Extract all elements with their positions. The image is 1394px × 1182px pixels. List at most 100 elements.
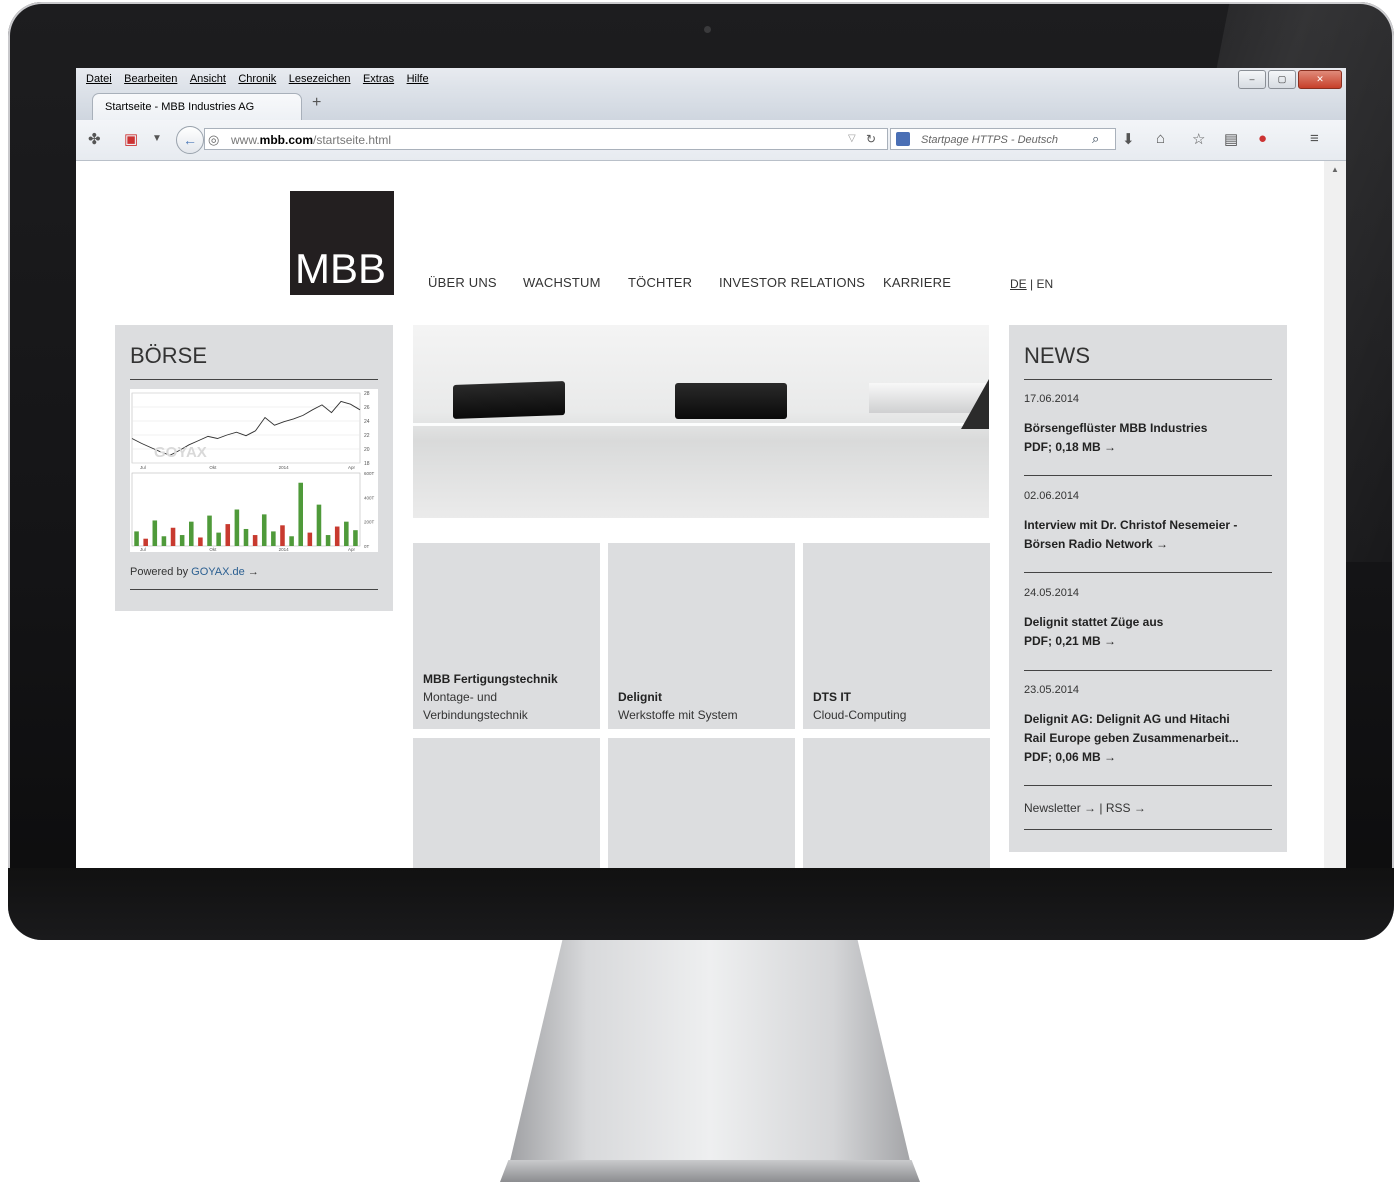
dropdown-icon[interactable]: ▽ [848, 133, 856, 144]
news-headline: Interview mit Dr. Christof Nesemeier - [1024, 518, 1238, 532]
tile-name: MBB Fertigungstechnik [423, 672, 558, 686]
lang-de[interactable]: DE [1010, 277, 1027, 291]
goyax-link[interactable]: GOYAX.de [191, 566, 245, 578]
news-divider [1024, 572, 1272, 573]
nav-karriere[interactable]: KARRIERE [883, 275, 951, 290]
tile-dts-it[interactable]: DTS IT Cloud-Computing [803, 543, 990, 729]
volume-bar [353, 530, 358, 546]
menu-icon[interactable]: ≡ [1310, 130, 1319, 147]
powered-by: Powered by GOYAX.de → [130, 566, 259, 578]
nav-toechter[interactable]: TÖCHTER [628, 275, 692, 290]
close-button[interactable]: ✕ [1298, 70, 1342, 89]
search-icon[interactable]: ⌕ [1092, 131, 1099, 147]
nav-ueber-uns[interactable]: ÜBER UNS [428, 275, 497, 290]
price-x-label: 2014 [279, 465, 290, 470]
news-meta: PDF; 0,21 MB → [1024, 634, 1117, 648]
news-meta: PDF; 0,06 MB → [1024, 750, 1117, 764]
volume-x-label: 2014 [279, 547, 290, 552]
news-item[interactable]: Interview mit Dr. Christof Nesemeier - B… [1024, 516, 1274, 554]
tile-mbb-fertigungstechnik[interactable]: MBB Fertigungstechnik Montage- und Verbi… [413, 543, 600, 729]
volume-bar [325, 535, 331, 546]
hero-image [413, 325, 989, 518]
volume-bar [307, 532, 313, 546]
tile-placeholder[interactable] [608, 738, 795, 868]
stock-chart[interactable]: 18 20 22 24 26 28 GOYAX Jul Okt 2014 Apr 600T 400T 20… [130, 389, 378, 552]
volume-bar [252, 535, 258, 546]
maximize-button[interactable]: ▢ [1268, 70, 1296, 89]
reload-icon[interactable]: ↻ [866, 132, 876, 146]
url-prefix: www. [231, 133, 260, 147]
volume-x-label: Jul [140, 547, 146, 552]
search-input[interactable]: Startpage HTTPS - Deutsch [890, 128, 1116, 150]
volume-bar [189, 521, 194, 546]
tab-startseite[interactable]: Startseite - MBB Industries AG [92, 93, 302, 120]
tile-desc: Montage- und [423, 690, 498, 704]
news-meta: Börsen Radio Network → [1024, 537, 1169, 551]
volume-bar [344, 521, 349, 546]
powered-prefix: Powered by [130, 566, 189, 578]
newsletter-link[interactable]: Newsletter → [1024, 801, 1096, 815]
menu-extras[interactable]: Extras [363, 68, 394, 90]
price-tick-label: 20 [364, 447, 370, 453]
volume-bar [298, 482, 303, 546]
adblock-icon[interactable]: ● [1258, 130, 1267, 147]
web-page: MBB ÜBER UNS WACHSTUM TÖCHTER INVESTOR R… [76, 161, 1324, 868]
home-icon[interactable]: ⌂ [1156, 130, 1165, 147]
boerse-title: BÖRSE [130, 343, 208, 368]
url-bar[interactable]: www.mbb.com/startseite.html [204, 128, 888, 150]
menu-ansicht[interactable]: Ansicht [190, 68, 226, 90]
news-divider [1024, 785, 1272, 786]
tile-delignit[interactable]: Delignit Werkstoffe mit System [608, 543, 795, 729]
navigation-bar: ✤ ▣ ▼ ← www.mbb.com/startseite.html ◎ ▽ … [76, 120, 1346, 161]
tile-desc: Werkstoffe mit System [618, 708, 738, 722]
nav-investor-relations[interactable]: INVESTOR RELATIONS [719, 275, 865, 290]
volume-bar [280, 525, 285, 546]
volume-bar [170, 527, 176, 546]
scroll-up-icon[interactable]: ▲ [1331, 165, 1339, 174]
menu-bearbeiten[interactable]: Bearbeiten [124, 68, 177, 90]
menu-hilfe[interactable]: Hilfe [407, 68, 429, 90]
news-bottom-rule [1024, 829, 1272, 830]
url-domain: mbb.com [259, 133, 314, 147]
star-icon[interactable]: ☆ [1192, 130, 1205, 148]
minimize-button[interactable]: – [1238, 70, 1266, 89]
ie-tab-icon[interactable]: ▣ [124, 130, 138, 148]
volume-bar [152, 520, 158, 546]
price-x-label: Jul [140, 465, 146, 470]
addon-icon[interactable]: ✤ [88, 130, 101, 148]
news-item[interactable]: Delignit stattet Züge aus PDF; 0,21 MB → [1024, 613, 1274, 651]
news-item[interactable]: Delignit AG: Delignit AG und Hitachi Rai… [1024, 710, 1274, 767]
price-tick-label: 24 [364, 419, 370, 425]
price-tick-label: 18 [364, 461, 370, 467]
nav-wachstum[interactable]: WACHSTUM [523, 275, 601, 290]
volume-bar [207, 515, 212, 546]
rss-link[interactable]: RSS → [1106, 801, 1146, 815]
tab-bar: Startseite - MBB Industries AG + [76, 90, 1346, 120]
boerse-bottom-rule [130, 589, 378, 590]
back-button[interactable]: ← [176, 126, 204, 154]
news-divider [1024, 670, 1272, 671]
news-headline: Delignit AG: Delignit AG und Hitachi [1024, 712, 1230, 726]
news-headline: Börsengeflüster MBB Industries [1024, 421, 1208, 435]
download-icon[interactable]: ⬇ [1122, 130, 1135, 148]
monitor-chin [8, 868, 1394, 940]
search-placeholder: Startpage HTTPS - Deutsch [921, 134, 1058, 146]
search-engine-icon[interactable] [896, 132, 910, 146]
price-tick-label: 26 [364, 405, 370, 411]
menu-chronik[interactable]: Chronik [238, 68, 276, 90]
menu-lesezeichen[interactable]: Lesezeichen [289, 68, 351, 90]
news-item[interactable]: Börsengeflüster MBB Industries PDF; 0,18… [1024, 419, 1274, 457]
tile-placeholder[interactable] [803, 738, 990, 868]
reading-list-icon[interactable]: ▤ [1224, 130, 1238, 148]
menu-datei[interactable]: Datei [86, 68, 112, 90]
scrollbar[interactable]: ▲ [1324, 161, 1346, 868]
chevron-down-icon[interactable]: ▼ [152, 133, 162, 144]
lang-separator: | [1030, 277, 1034, 291]
volume-x-label: Apr [348, 547, 356, 552]
tile-placeholder[interactable] [413, 738, 600, 868]
news-date: 02.06.2014 [1024, 490, 1080, 502]
mbb-logo[interactable]: MBB [290, 191, 394, 295]
new-tab-button[interactable]: + [312, 94, 321, 112]
lang-en[interactable]: EN [1036, 277, 1053, 291]
volume-bar [143, 538, 148, 546]
